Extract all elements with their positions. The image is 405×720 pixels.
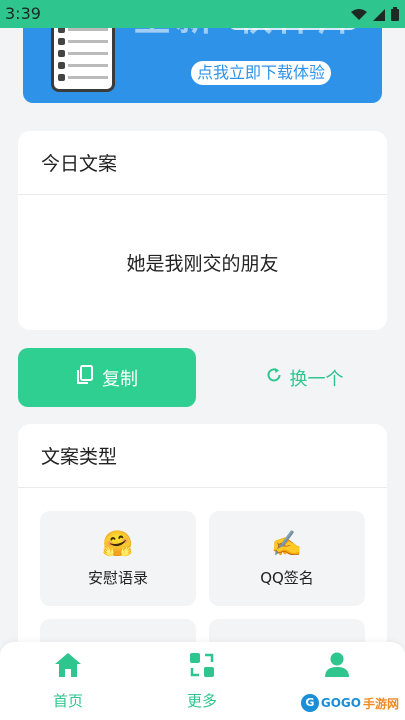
- daily-copy-card: 今日文案 她是我刚交的朋友: [18, 131, 387, 330]
- watermark-suffix: 手游网: [362, 696, 399, 711]
- profile-icon: [324, 652, 350, 682]
- watermark-icon: G: [300, 694, 319, 712]
- wifi-icon: [351, 6, 367, 25]
- copy-icon: [76, 365, 94, 390]
- watermark-logo: G GOGO 手游网: [300, 694, 399, 712]
- watermark-text: GOGO: [320, 696, 361, 710]
- type-tile-label: QQ签名: [260, 569, 314, 587]
- more-icon: [189, 653, 215, 682]
- nav-item-more[interactable]: 更多: [167, 652, 237, 711]
- writing-hand-icon: ✍️: [271, 529, 303, 558]
- divider: [18, 487, 387, 488]
- daily-copy-title: 今日文案: [41, 153, 118, 175]
- nav-item-home[interactable]: 首页: [33, 652, 103, 711]
- swap-button-label: 换一个: [289, 368, 344, 390]
- nav-item-profile[interactable]: [302, 652, 372, 690]
- status-bar: 3:39: [0, 0, 405, 28]
- system-icons: [351, 6, 399, 25]
- copy-types-title: 文案类型: [41, 446, 118, 468]
- home-icon: [54, 653, 82, 682]
- banner-download-button[interactable]: 点我立即下载体验: [191, 61, 332, 85]
- type-tile-qq-signature[interactable]: ✍️ QQ签名: [209, 511, 365, 606]
- nav-label-more: 更多: [186, 692, 217, 710]
- hugging-face-icon: 🤗: [102, 529, 134, 558]
- type-tile-label: 安慰语录: [87, 569, 148, 587]
- copy-button[interactable]: 复制: [18, 348, 196, 407]
- divider: [18, 194, 387, 195]
- battery-icon: [391, 6, 399, 25]
- nav-label-home: 首页: [52, 692, 83, 710]
- type-tile-comfort[interactable]: 🤗 安慰语录: [40, 511, 196, 606]
- swap-button[interactable]: 换一个: [222, 348, 387, 407]
- daily-copy-text: 她是我刚交的朋友: [126, 253, 279, 275]
- bottom-nav: 首页 更多 G GOGO 手游网: [0, 642, 405, 720]
- status-time: 3:39: [5, 4, 41, 23]
- refresh-icon: [266, 367, 282, 388]
- copy-button-label: 复制: [102, 368, 138, 390]
- signal-icon: [373, 6, 385, 25]
